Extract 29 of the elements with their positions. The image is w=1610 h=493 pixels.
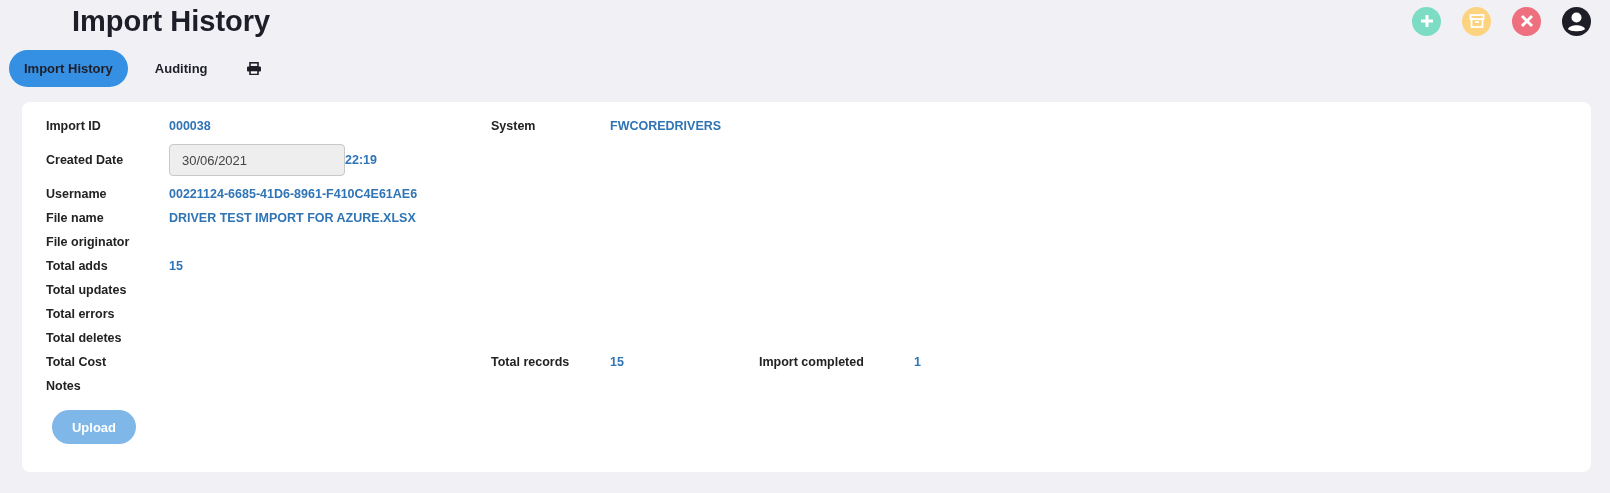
date-field[interactable]: 30/06/2021 — [169, 144, 345, 176]
field-label: File originator — [46, 235, 131, 249]
field-label: File name — [46, 211, 105, 225]
close-icon[interactable] — [1512, 6, 1541, 36]
field-label: Notes — [46, 379, 82, 393]
page-title: Import History — [72, 4, 272, 38]
field-label: Import completed — [759, 355, 865, 369]
field-label: Created Date — [46, 153, 125, 167]
field-label: Username — [46, 187, 108, 201]
field-value: DRIVER TEST IMPORT FOR AZURE.XLSX — [169, 211, 416, 225]
field-label: Total updates — [46, 283, 128, 297]
add-icon[interactable] — [1412, 6, 1441, 36]
tab[interactable]: Auditing — [139, 50, 223, 87]
field-label: Total deletes — [46, 331, 123, 345]
field-value: 1 — [914, 355, 921, 369]
field-value: 000038 — [169, 119, 211, 133]
user-avatar-icon[interactable] — [1562, 6, 1591, 36]
field-value: FWCOREDRIVERS — [610, 119, 722, 133]
field-label: Total Cost — [46, 355, 108, 369]
field-label: System — [491, 119, 537, 133]
field-value: 15 — [610, 355, 624, 369]
field-label: Total errors — [46, 307, 116, 321]
field-label: Total records — [491, 355, 571, 369]
field-label: Import ID — [46, 119, 102, 133]
field-label: Total adds — [46, 259, 109, 273]
field-value: 15 — [169, 259, 183, 273]
field-value: 00221124-6685-41D6-8961-F410C4E61AE6 — [169, 187, 418, 201]
tab[interactable]: Import History — [9, 50, 128, 87]
time-value: 22:19 — [345, 153, 377, 167]
